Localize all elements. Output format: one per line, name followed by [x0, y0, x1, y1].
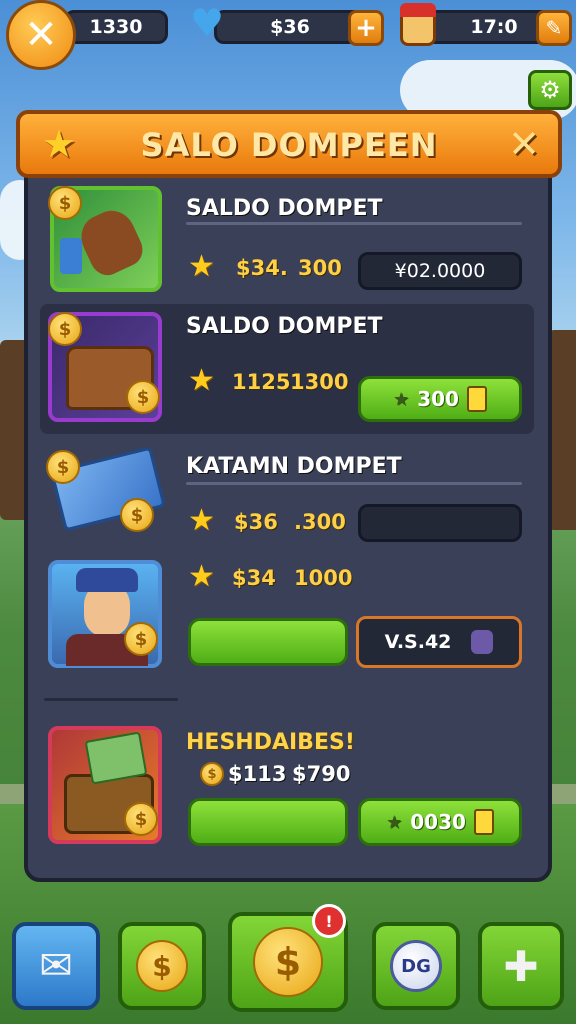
row-value-a: $36	[234, 510, 278, 534]
field-value: ¥02.0000	[394, 260, 486, 282]
edit-button[interactable]: ✎	[536, 10, 572, 46]
row-value-b: 1300	[290, 370, 349, 394]
coin-icon: $	[253, 927, 323, 997]
row-title: SALDO DOMPET	[186, 314, 383, 339]
add-gems-button[interactable]: +	[348, 10, 384, 46]
amount-field[interactable]: ¥02.0000	[358, 252, 522, 290]
button-value: 0030	[410, 810, 466, 834]
row-value-a: $113	[228, 762, 287, 786]
row-value-b: .300	[294, 510, 346, 534]
settings-button[interactable]: ⚙	[528, 70, 572, 110]
buy-button[interactable]: ★ 0030	[358, 798, 522, 846]
row-title: SALDO DOMPET	[186, 196, 383, 221]
row-value-b: $790	[292, 762, 351, 786]
row-value-a: $34	[232, 566, 276, 590]
row-title: KATAMN DOMPET	[186, 454, 402, 479]
heart-icon: ♥	[190, 1, 225, 45]
timer-value: 17:0	[470, 16, 518, 38]
coin-icon: $	[124, 802, 158, 836]
star-icon: ★	[393, 388, 410, 410]
star-icon: ★	[188, 503, 215, 538]
amount-field[interactable]	[358, 504, 522, 542]
alert-icon: !	[325, 911, 333, 931]
star-icon: ★	[188, 363, 215, 398]
profile-badge: DG	[390, 940, 442, 992]
coin-icon: $	[124, 622, 158, 656]
row-title: HESHDAIBES!	[186, 730, 355, 755]
gear-icon: ⚙	[539, 76, 561, 104]
row-value-a: $34.	[236, 256, 288, 280]
counter-value: 1330	[89, 16, 143, 38]
envelope-icon: ✉	[39, 943, 73, 989]
buy-button[interactable]: ★ 300	[358, 376, 522, 422]
close-dialog-button[interactable]: ✕	[508, 122, 540, 166]
action-button[interactable]	[188, 618, 348, 666]
price-field[interactable]: V.S.42	[356, 616, 522, 668]
nav-mail-button[interactable]: ✉	[12, 922, 100, 1010]
row-divider	[186, 222, 522, 225]
mask-icon	[471, 630, 494, 654]
row-divider	[186, 482, 522, 485]
star-icon: ★	[386, 811, 403, 833]
gems-counter: $36	[214, 10, 366, 44]
row-value-b: 300	[298, 256, 342, 280]
avatar-icon	[400, 3, 436, 46]
coin-icon: $	[46, 450, 80, 484]
ticket-icon	[473, 809, 494, 835]
nav-coins-button[interactable]: $	[118, 922, 206, 1010]
button-value: 300	[417, 387, 459, 411]
row-value-a: 1125	[232, 370, 291, 394]
coin-icon: $	[120, 498, 154, 532]
close-game-button[interactable]: ✕	[6, 0, 76, 70]
field-value: V.S.42	[384, 631, 452, 653]
currency-counter: 1330	[64, 10, 168, 44]
notification-badge: !	[312, 904, 346, 938]
coin-icon: $	[200, 762, 224, 786]
puzzle-icon: ✚	[503, 941, 539, 991]
dialog-header: ★ SALO DOMPEEN ✕	[16, 110, 562, 178]
x-icon: ✕	[24, 12, 58, 58]
dialog-title: SALO DOMPEEN	[140, 126, 438, 164]
nav-puzzle-button[interactable]: ✚	[478, 922, 564, 1010]
action-button[interactable]	[188, 798, 348, 846]
gems-value: $36	[270, 16, 310, 38]
section-divider	[44, 698, 178, 701]
coin-icon: $	[126, 380, 160, 414]
ticket-icon	[466, 386, 487, 412]
coin-icon: $	[136, 940, 188, 992]
star-icon: ★	[188, 559, 215, 594]
coin-icon: $	[48, 312, 82, 346]
nav-profile-button[interactable]: DG	[372, 922, 460, 1010]
row-value-b: 1000	[294, 566, 353, 590]
palm-tree	[548, 330, 576, 530]
star-icon: ★	[188, 249, 215, 284]
coin-icon: $	[48, 186, 82, 220]
